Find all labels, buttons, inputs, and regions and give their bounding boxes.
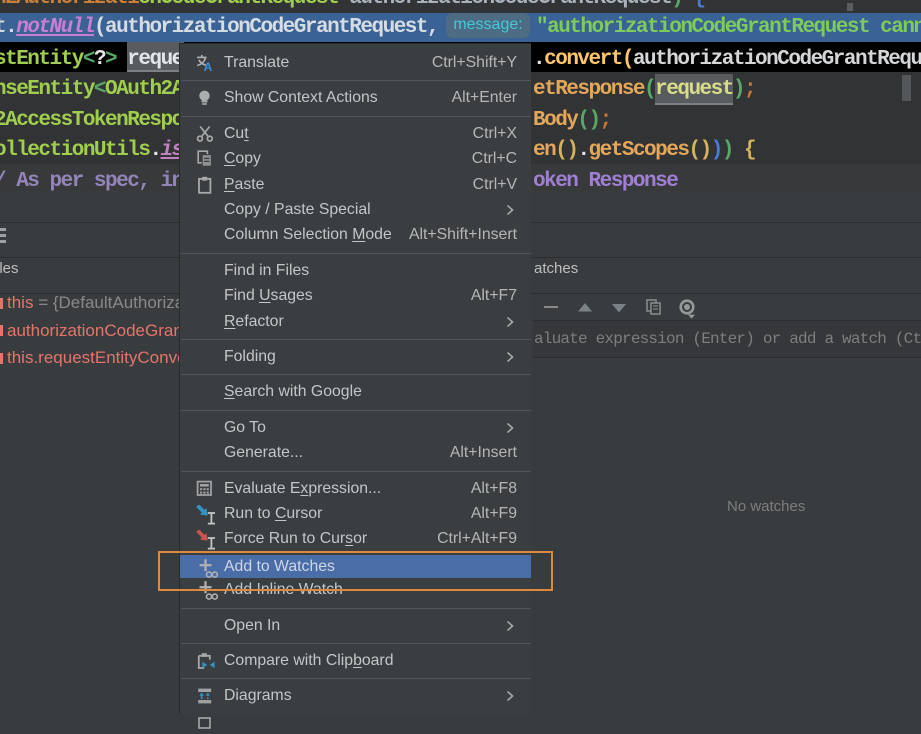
- svg-text:A: A: [204, 60, 213, 72]
